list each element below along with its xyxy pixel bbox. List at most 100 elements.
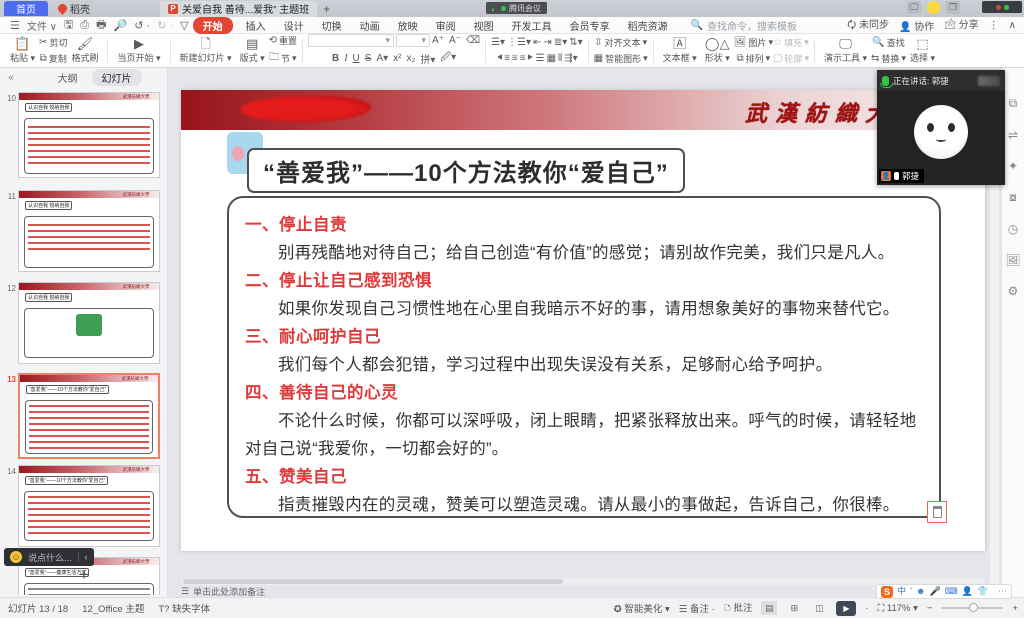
menu-slideshow[interactable]: 放映	[389, 18, 427, 33]
tab-outline[interactable]: 大纲	[48, 69, 88, 86]
menu-transition[interactable]: 切换	[313, 18, 351, 33]
meeting-mini-indicator[interactable]	[982, 1, 1022, 13]
chat-placeholder[interactable]: 说点什么...	[28, 551, 72, 564]
normal-view-button[interactable]: ▤	[761, 601, 777, 615]
window-mode-icon[interactable]: ❐	[946, 1, 960, 14]
notes-button[interactable]: ☰ 备注 ·	[679, 601, 715, 615]
slideshow-play-button[interactable]: ▶	[836, 601, 856, 616]
ime-skin-icon[interactable]: 👕	[977, 585, 988, 598]
copy-button[interactable]: ⧉ 复制	[40, 52, 67, 65]
account-avatar[interactable]	[927, 1, 940, 14]
reading-view-button[interactable]: ◫	[811, 601, 827, 615]
zoom-slider-knob[interactable]	[969, 603, 978, 612]
sort-button[interactable]: ⇅▾	[569, 37, 582, 48]
superscript-button[interactable]: x²	[393, 53, 401, 64]
decrease-indent-button[interactable]: ⇤	[533, 37, 541, 48]
slide-thumbnail[interactable]: 武漢紡織大學 “善爱我”——10个方法教你“爱自己”	[18, 465, 160, 547]
font-name-select[interactable]: ▾	[308, 34, 394, 47]
slide-thumbnail-selected[interactable]: 武漢紡織大學 “善爱我”——10个方法教你“爱自己”	[18, 373, 160, 459]
decrease-font-icon[interactable]: A⁻	[449, 35, 461, 46]
align-text-button[interactable]: ⇳ 对齐文本 ▾	[594, 36, 647, 49]
section-button[interactable]: 🗀 节 ▾	[269, 50, 297, 67]
history-panel-icon[interactable]: ◷	[1008, 222, 1018, 236]
adjust-panel-icon[interactable]: ⇌	[1008, 128, 1018, 142]
distribute-button[interactable]: ▦	[547, 53, 556, 64]
selected-page-icon[interactable]	[927, 501, 947, 523]
arrange-button[interactable]: ⧉ 排列 ▾	[737, 52, 771, 65]
meeting-chat-pill[interactable]: ☺ 说点什么... ‹	[4, 548, 94, 566]
slide-canvas[interactable]: 武漢紡織大學 “善爱我”——10个方法教你“爱自己” 一、停止自责 别再残酷地对…	[181, 90, 985, 551]
font-color-button[interactable]: A▾	[376, 53, 388, 64]
print-icon[interactable]: 🖶	[96, 16, 106, 35]
play-options-icon[interactable]: ·	[865, 603, 868, 614]
menu-animation[interactable]: 动画	[351, 18, 389, 33]
ime-voice-icon[interactable]: 🎤	[930, 585, 941, 598]
smart-graphics-button[interactable]: ▦ 智能图形 ▾	[594, 52, 648, 65]
style-panel-icon[interactable]: ⧉	[1009, 96, 1018, 111]
beautify-button[interactable]: ✪ 智能美化 ▾	[614, 601, 670, 615]
hamburger-icon[interactable]: ☰	[10, 19, 20, 32]
tab-slides[interactable]: 幻灯片	[92, 69, 142, 86]
copy-page-panel-icon[interactable]: ⧇	[1009, 190, 1017, 205]
ime-emoji-icon[interactable]: ☻	[916, 585, 925, 598]
hscroll-thumb[interactable]	[183, 579, 563, 584]
slide-layout-button[interactable]: ▤版式 ▾	[236, 36, 269, 66]
number-list-button[interactable]: ⋮☰▾	[507, 37, 531, 48]
bullet-list-button[interactable]: ☰▾	[491, 37, 505, 48]
command-search[interactable]: 🔍查找命令，搜索模板	[691, 18, 797, 33]
tab-docer[interactable]: 稻壳	[48, 1, 100, 16]
screen-share-icon[interactable]: 🖵	[907, 1, 921, 14]
highlight-button[interactable]: 🖉▾	[440, 50, 456, 67]
italic-button[interactable]: I	[344, 53, 347, 64]
menu-member[interactable]: 会员专享	[561, 18, 619, 33]
shapes-button[interactable]: ◯△形状 ▾	[701, 36, 734, 66]
emoji-icon[interactable]: ☺	[10, 551, 22, 563]
tab-document[interactable]: P关爱自我 善待...爱我” 主题班	[160, 1, 317, 17]
undo-icon[interactable]: ↺ ·	[134, 19, 150, 32]
font-size-select[interactable]: ▾	[396, 34, 430, 47]
slide-thumbnail[interactable]: 武漢紡織大學 认识自我 悦纳自我	[18, 190, 160, 272]
zoom-slider[interactable]	[941, 607, 1003, 609]
align-left-button[interactable]: ⯇≡	[496, 53, 510, 64]
align-right-button[interactable]: ≡⯈	[520, 53, 534, 64]
increase-indent-button[interactable]: ⇥	[543, 37, 551, 48]
line-spacing-button[interactable]: ≣▾	[554, 37, 567, 48]
settings-panel-icon[interactable]: ⚙	[1008, 284, 1019, 298]
menu-view[interactable]: 视图	[465, 18, 503, 33]
ime-lang-mode[interactable]: 中	[897, 585, 906, 598]
slide-content-box[interactable]: 一、停止自责 别再残酷地对待自己；给自己创造“有价值”的感觉；请别故作完美，我们…	[227, 196, 941, 518]
sogou-logo-icon[interactable]: S	[881, 586, 893, 598]
ime-punct-icon[interactable]: ’	[910, 585, 912, 598]
picture-button[interactable]: 🖼 图片 ▾	[734, 36, 773, 49]
theme-name[interactable]: 12_Office 主题	[82, 601, 144, 615]
collab-button[interactable]: 👤 协作	[899, 18, 934, 33]
cut-button[interactable]: ✂ 剪切	[39, 36, 67, 49]
add-slide-button[interactable]: +	[0, 565, 168, 585]
missing-font-warning[interactable]: T? 缺失字体	[158, 601, 210, 615]
slide-title[interactable]: “善爱我”——10个方法教你“爱自己”	[247, 148, 685, 193]
format-painter-button[interactable]: 🖌格式刷	[67, 36, 102, 66]
text-box-button[interactable]: 🄰文本框 ▾	[659, 36, 701, 66]
fit-zoom-button[interactable]: ⛶ 117% ▾	[878, 603, 918, 614]
find-button[interactable]: 🔍 查找	[872, 36, 904, 49]
ime-keyboard-icon[interactable]: ⌨	[945, 585, 958, 598]
save-icon[interactable]: 🖫	[64, 16, 73, 35]
subscript-button[interactable]: x₂	[407, 53, 416, 64]
effects-panel-icon[interactable]: ✦	[1008, 159, 1018, 173]
select-button[interactable]: ⬚选择 ▾	[906, 36, 939, 66]
underline-button[interactable]: U	[353, 53, 360, 64]
bold-button[interactable]: B	[332, 53, 339, 64]
play-from-current-button[interactable]: ▶当页开始 ▾	[113, 36, 164, 66]
menu-design[interactable]: 设计	[275, 18, 313, 33]
slide-sorter-view-button[interactable]: ⊞	[786, 601, 802, 615]
ime-toolbar[interactable]: S 中 ’ ☻ 🎤 ⌨ 👤 👕 ⋯	[876, 584, 1012, 599]
file-menu[interactable]: 文件 ∨	[27, 18, 57, 33]
notes-bar[interactable]: ☰单击此处添加备注	[181, 585, 985, 597]
justify-button[interactable]: ☰	[536, 53, 545, 64]
collapse-ribbon-icon[interactable]: ∧	[1009, 20, 1016, 31]
strikethrough-button[interactable]: S	[365, 53, 372, 64]
menu-home[interactable]: 开始	[193, 17, 233, 34]
new-slide-button[interactable]: 🗋新建幻灯片 ▾	[176, 36, 236, 66]
menu-devtools[interactable]: 开发工具	[503, 18, 561, 33]
more-menu-icon[interactable]: ⋮	[989, 20, 999, 31]
